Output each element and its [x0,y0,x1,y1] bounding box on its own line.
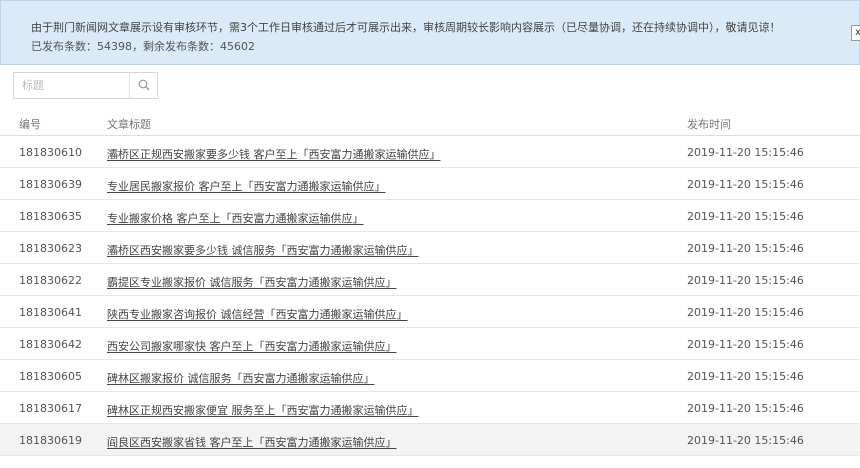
publish-time: 2019-11-20 15:15:46 [687,370,804,383]
article-title-link[interactable]: 西安公司搬家哪家快 客户至上「西安富力通搬家运输供应」 [107,340,397,353]
table-row: 181830610 灞桥区正规西安搬家要多少钱 客户至上「西安富力通搬家运输供应」… [0,136,860,168]
article-title-link[interactable]: 碑林区正规西安搬家便宜 服务至上「西安富力通搬家运输供应」 [107,404,419,417]
article-title-cell: 专业搬家价格 客户至上「西安富力通搬家运输供应」 [107,210,364,226]
table-row: 181830641 陕西专业搬家咨询报价 诚信经营「西安富力通搬家运输供应」 201… [0,296,860,328]
publish-time: 2019-11-20 15:15:46 [687,210,804,223]
article-title-cell: 灞桥区正规西安搬家要多少钱 客户至上「西安富力通搬家运输供应」 [107,146,441,162]
table-row: 181830605 碑林区搬家报价 诚信服务「西安富力通搬家运输供应」 2019-1… [0,360,860,392]
table-row: 181830622 霸提区专业搬家报价 诚信服务「西安富力通搬家运输供应」 2019… [0,264,860,296]
article-title-link[interactable]: 阎良区西安搬家省钱 客户至上「西安富力通搬家运输供应」 [107,436,397,449]
article-title-cell: 专业居民搬家报价 客户至上「西安富力通搬家运输供应」 [107,178,386,194]
notice-banner: 由于荆门新闻网文章展示设有审核环节，需3个工作日审核通过后才可展示出来，审核周期… [0,0,860,65]
article-id: 181830642 [19,338,82,351]
article-id: 181830639 [19,178,82,191]
article-id: 181830622 [19,274,82,287]
table-row: 181830617 碑林区正规西安搬家便宜 服务至上「西安富力通搬家运输供应」 20… [0,392,860,424]
publish-count-summary: 已发布条数：54398，剩余发布条数：45602 [31,40,255,53]
table-row: 181830639 专业居民搬家报价 客户至上「西安富力通搬家运输供应」 2019-… [0,168,860,200]
notice-message: 由于荆门新闻网文章展示设有审核环节，需3个工作日审核通过后才可展示出来，审核周期… [31,21,781,34]
article-id: 181830635 [19,210,82,223]
article-id: 181830610 [19,146,82,159]
publish-time: 2019-11-20 15:15:46 [687,178,804,191]
article-title-cell: 灞桥区西安搬家要多少钱 诚信服务「西安富力通搬家运输供应」 [107,242,419,258]
table-row: 181830642 西安公司搬家哪家快 客户至上「西安富力通搬家运输供应」 2019… [0,328,860,360]
table-row: 181830635 专业搬家价格 客户至上「西安富力通搬家运输供应」 2019-11… [0,200,860,232]
publish-time: 2019-11-20 15:15:46 [687,434,804,447]
article-title-link[interactable]: 碑林区搬家报价 诚信服务「西安富力通搬家运输供应」 [107,372,375,385]
column-header-title: 文章标题 [107,118,151,131]
article-id: 181830619 [19,434,82,447]
article-title-cell: 阎良区西安搬家省钱 客户至上「西安富力通搬家运输供应」 [107,434,397,450]
publish-time: 2019-11-20 15:15:46 [687,146,804,159]
article-title-cell: 西安公司搬家哪家快 客户至上「西安富力通搬家运输供应」 [107,338,397,354]
article-title-cell: 陕西专业搬家咨询报价 诚信经营「西安富力通搬家运输供应」 [107,306,408,322]
article-title-link[interactable]: 灞桥区正规西安搬家要多少钱 客户至上「西安富力通搬家运输供应」 [107,148,441,161]
table-row: 181830619 阎良区西安搬家省钱 客户至上「西安富力通搬家运输供应」 2019… [0,424,860,456]
publish-time: 2019-11-20 15:15:46 [687,242,804,255]
article-title-cell: 碑林区搬家报价 诚信服务「西安富力通搬家运输供应」 [107,370,375,386]
article-title-link[interactable]: 霸提区专业搬家报价 诚信服务「西安富力通搬家运输供应」 [107,276,397,289]
article-id: 181830617 [19,402,82,415]
article-title-link[interactable]: 专业搬家价格 客户至上「西安富力通搬家运输供应」 [107,212,364,225]
column-header-time: 发布时间 [687,118,731,131]
close-icon[interactable]: x [851,25,860,41]
article-title-link[interactable]: 专业居民搬家报价 客户至上「西安富力通搬家运输供应」 [107,180,386,193]
article-title-link[interactable]: 灞桥区西安搬家要多少钱 诚信服务「西安富力通搬家运输供应」 [107,244,419,257]
column-header-id: 编号 [19,118,41,131]
search-icon [138,79,150,91]
publish-time: 2019-11-20 15:15:46 [687,274,804,287]
article-title-cell: 碑林区正规西安搬家便宜 服务至上「西安富力通搬家运输供应」 [107,402,419,418]
publish-time: 2019-11-20 15:15:46 [687,402,804,415]
publish-time: 2019-11-20 15:15:46 [687,338,804,351]
article-title-link[interactable]: 陕西专业搬家咨询报价 诚信经营「西安富力通搬家运输供应」 [107,308,408,321]
search-input[interactable] [14,73,129,98]
article-id: 181830641 [19,306,82,319]
article-id: 181830623 [19,242,82,255]
article-table: 编号 文章标题 发布时间 181830610 灞桥区正规西安搬家要多少钱 客户至上… [0,108,860,456]
search-button[interactable] [129,73,157,98]
article-id: 181830605 [19,370,82,383]
table-header: 编号 文章标题 发布时间 [0,108,860,136]
title-search [13,72,158,99]
table-row: 181830623 灞桥区西安搬家要多少钱 诚信服务「西安富力通搬家运输供应」 20… [0,232,860,264]
article-title-cell: 霸提区专业搬家报价 诚信服务「西安富力通搬家运输供应」 [107,274,397,290]
publish-time: 2019-11-20 15:15:46 [687,306,804,319]
